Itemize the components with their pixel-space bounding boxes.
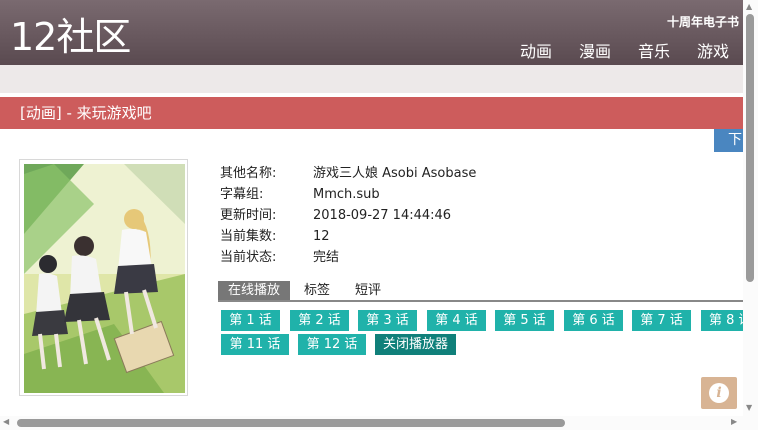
vertical-scrollbar[interactable]: ▲ ▼ [743, 0, 758, 416]
tab-short-reviews[interactable]: 短评 [355, 281, 381, 300]
scroll-down-icon[interactable]: ▼ [746, 403, 752, 412]
episode-button[interactable]: 第 6 话 [564, 310, 623, 331]
tab-online-play[interactable]: 在线播放 [218, 281, 291, 300]
content-tabs: 在线播放 标签 短评 [218, 281, 743, 302]
main-nav: 动画 漫画 音乐 游戏 [493, 38, 729, 62]
info-label: 当前状态: [220, 250, 277, 265]
info-label: 字幕组: [220, 187, 264, 202]
nav-games[interactable]: 游戏 [697, 38, 729, 62]
episode-button[interactable]: 第 2 话 [290, 310, 349, 331]
scroll-up-icon[interactable]: ▲ [746, 2, 752, 11]
close-player-button[interactable]: 关闭播放器 [375, 334, 456, 355]
site-logo[interactable]: 12社区 [10, 14, 131, 60]
tab-tags[interactable]: 标签 [304, 281, 330, 300]
episode-button[interactable]: 第 3 话 [358, 310, 417, 331]
download-button[interactable]: 下 [714, 129, 743, 152]
scroll-left-icon[interactable]: ◀ [3, 417, 9, 426]
episode-button[interactable]: 第 8 话 [701, 310, 743, 331]
info-icon: i [709, 383, 729, 403]
header-band [0, 65, 743, 93]
section-title: [动画] - 来玩游戏吧 [0, 97, 743, 129]
info-label: 更新时间: [220, 208, 277, 223]
episode-button[interactable]: 第 7 话 [632, 310, 691, 331]
episode-button[interactable]: 第 5 话 [495, 310, 554, 331]
info-value: 12 [313, 229, 330, 244]
info-value: 完结 [313, 250, 340, 265]
episode-button[interactable]: 第 4 话 [427, 310, 486, 331]
info-button[interactable]: i [701, 377, 737, 409]
info-row-episodes: 当前集数: 12 [220, 226, 476, 247]
horizontal-scroll-thumb[interactable] [17, 419, 565, 427]
episode-button[interactable]: 第 11 话 [221, 334, 289, 355]
episode-button[interactable]: 第 1 话 [221, 310, 280, 331]
info-row-updated: 更新时间: 2018-09-27 14:44:46 [220, 205, 476, 226]
info-value: 游戏三人娘 Asobi Asobase [313, 166, 477, 181]
anniversary-ebook-link[interactable]: 十周年电子书 [667, 13, 739, 30]
info-label: 当前集数: [220, 229, 277, 244]
horizontal-scrollbar[interactable]: ◀ ▶ [0, 416, 743, 430]
nav-anime[interactable]: 动画 [520, 38, 552, 62]
scroll-right-icon[interactable]: ▶ [731, 417, 737, 426]
nav-music[interactable]: 音乐 [638, 38, 670, 62]
info-value: Mmch.sub [313, 187, 380, 202]
scrollbar-corner [743, 416, 758, 430]
anime-poster [19, 159, 188, 396]
info-row-status: 当前状态: 完结 [220, 247, 476, 268]
episode-button[interactable]: 第 12 话 [298, 334, 366, 355]
info-value: 2018-09-27 14:44:46 [313, 208, 452, 223]
vertical-scroll-thumb[interactable] [746, 14, 754, 282]
info-row-subgroup: 字幕组: Mmch.sub [220, 184, 476, 205]
anime-info: 其他名称: 游戏三人娘 Asobi Asobase 字幕组: Mmch.sub 更新… [220, 163, 476, 268]
nav-manga[interactable]: 漫画 [579, 38, 611, 62]
info-row-alias: 其他名称: 游戏三人娘 Asobi Asobase [220, 163, 476, 184]
info-label: 其他名称: [220, 166, 277, 181]
site-header: 12社区 十周年电子书 动画 漫画 音乐 游戏 [0, 0, 743, 65]
